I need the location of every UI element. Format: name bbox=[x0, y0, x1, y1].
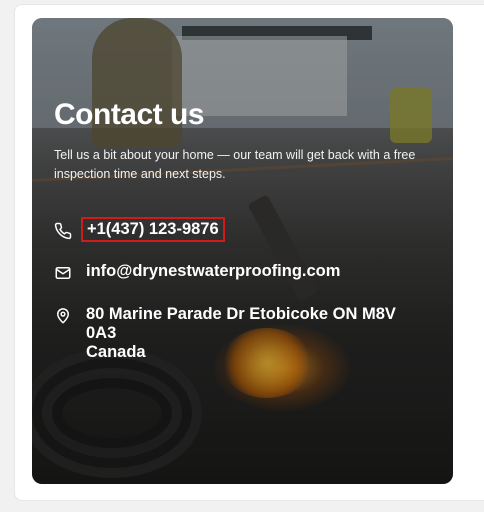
map-pin-icon bbox=[57, 308, 69, 324]
image-overlay bbox=[32, 18, 453, 484]
contact-description: Tell us a bit about your home — our team… bbox=[54, 148, 416, 181]
address-line-1: 80 Marine Parade Dr Etobicoke ON M8V bbox=[86, 305, 396, 323]
address-line-2: 0A3 bbox=[86, 324, 117, 342]
contact-address-row: 80 Marine Parade Dr Etobicoke ON M8V 0A3… bbox=[54, 305, 446, 362]
contact-email-row: info@drynestwaterproofing.com bbox=[54, 262, 340, 282]
phone-link[interactable]: +1(437) 123-9876 bbox=[81, 217, 225, 242]
address-text: 80 Marine Parade Dr Etobicoke ON M8V 0A3… bbox=[86, 305, 446, 362]
contact-phone-row: +1(437) 123-9876 bbox=[54, 217, 225, 242]
contact-card: Contact us Tell us a bit about your home… bbox=[32, 18, 453, 484]
page-title: Contact us bbox=[54, 98, 205, 131]
mail-icon bbox=[55, 267, 71, 279]
address-line-3: Canada bbox=[86, 343, 146, 361]
phone-icon bbox=[54, 222, 72, 240]
email-link[interactable]: info@drynestwaterproofing.com bbox=[86, 262, 340, 281]
